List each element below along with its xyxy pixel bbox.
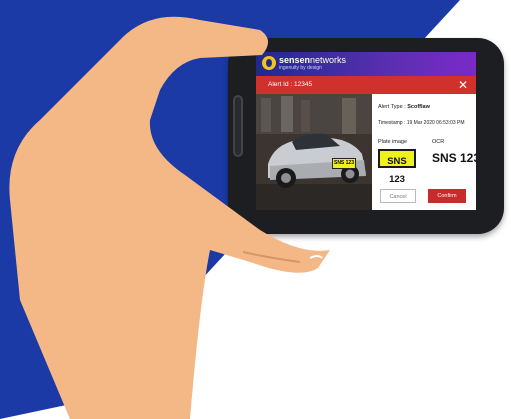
hand-illustration xyxy=(9,16,330,419)
